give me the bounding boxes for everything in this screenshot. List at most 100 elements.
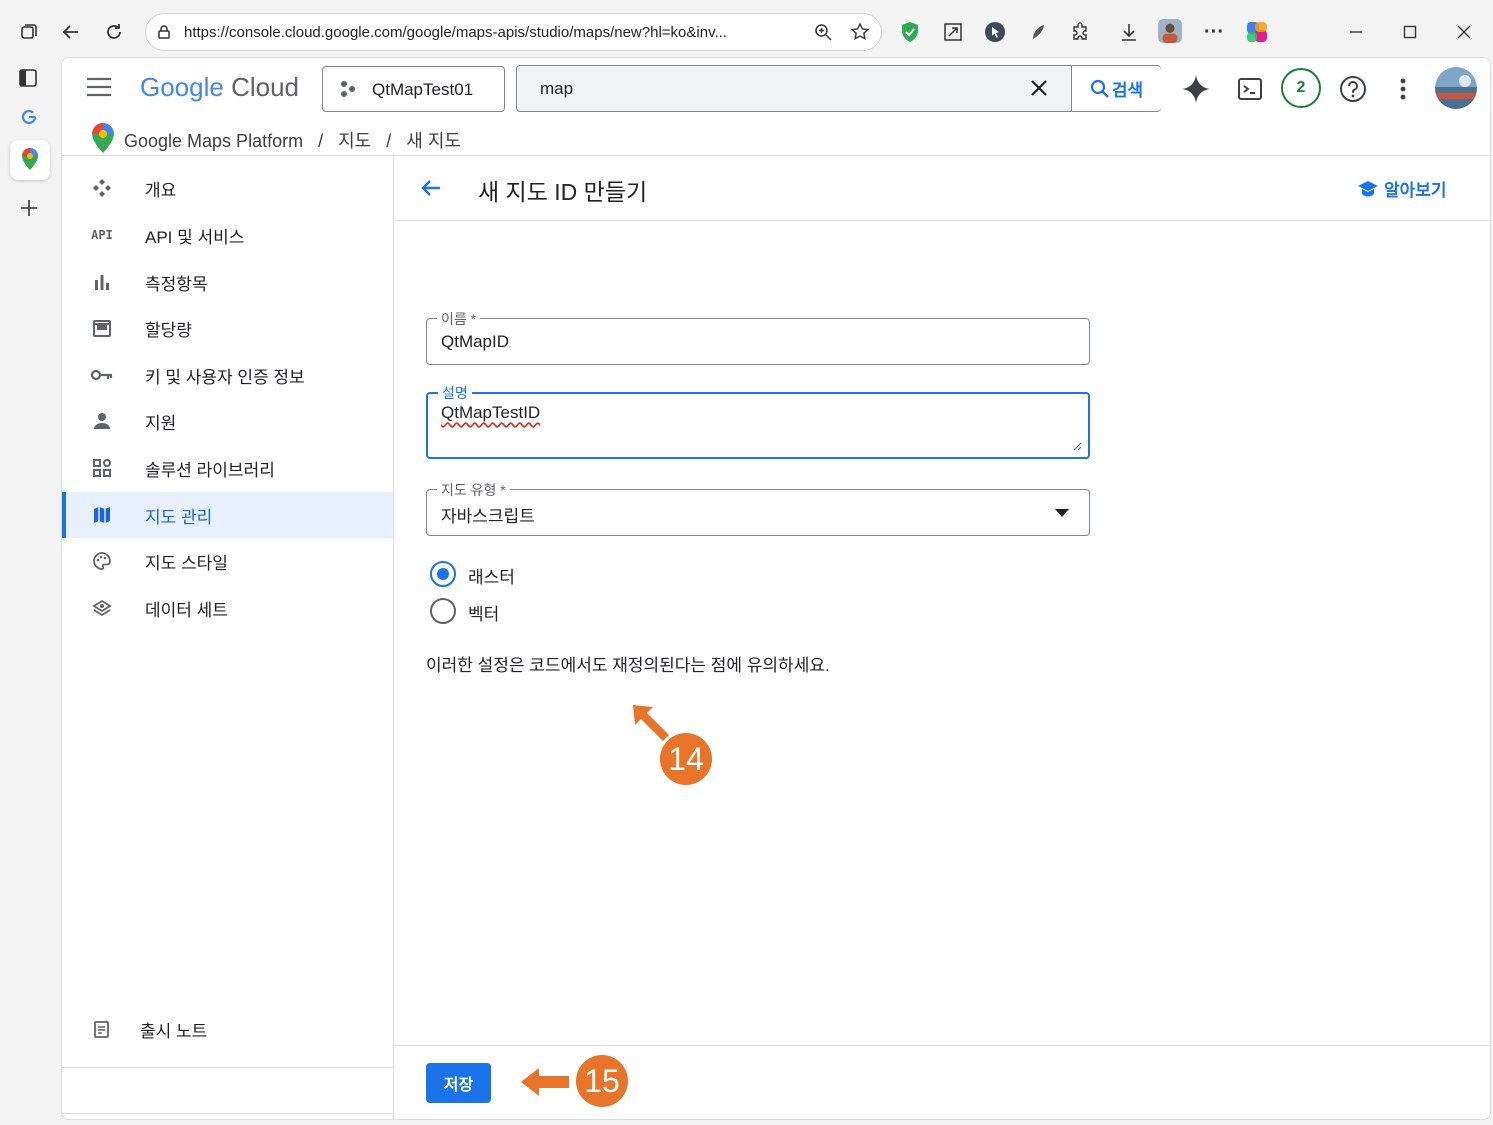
step-callout-15: 15	[576, 1055, 628, 1107]
cloud-header: Google Cloud QtMapTest01 map 검색 2	[62, 58, 1490, 120]
more-vert-icon[interactable]	[1398, 77, 1408, 101]
cursor-extension-icon[interactable]	[983, 20, 1007, 44]
layers-icon	[90, 596, 114, 620]
sidebar-item-overview[interactable]: 개요	[62, 165, 393, 211]
sidebar-item-keys[interactable]: 키 및 사용자 인증 정보	[62, 352, 393, 398]
maps-tab[interactable]	[10, 140, 50, 180]
breadcrumb-maps[interactable]: 지도	[338, 131, 371, 151]
lock-icon[interactable]	[156, 24, 172, 40]
raster-label: 래스터	[468, 568, 515, 587]
gemini-icon[interactable]	[1180, 73, 1212, 105]
dropdown-arrow-icon[interactable]	[1055, 509, 1069, 517]
expand-icon[interactable]	[941, 20, 965, 44]
title-bar: 새 지도 ID 만들기 알아보기	[395, 156, 1490, 221]
search-input[interactable]: map	[540, 79, 573, 99]
person-icon	[90, 409, 114, 433]
description-input[interactable]: QtMapTestID	[441, 403, 540, 423]
save-button[interactable]: 저장	[426, 1063, 491, 1103]
action-bar-divider	[395, 1045, 1490, 1046]
settings-note: 이러한 설정은 코드에서도 재정의된다는 점에 유의하세요.	[426, 656, 830, 675]
copilot-icon[interactable]	[1245, 20, 1269, 44]
maps-platform-icon	[92, 123, 114, 153]
minimize-icon[interactable]	[1344, 20, 1368, 44]
sidebar-item-quota[interactable]: 할당량	[62, 305, 393, 351]
hamburger-menu-icon[interactable]	[86, 77, 112, 97]
key-icon	[90, 363, 114, 387]
breadcrumb: Google Maps Platform / 지도 / 새 지도	[62, 120, 1490, 156]
map-type-label: 지도 유형 *	[437, 480, 510, 500]
radio-option-vector[interactable]: 벡터	[430, 596, 630, 626]
description-field[interactable]: 설명 QtMapTestID	[426, 383, 1090, 459]
step-callout-14: 14	[660, 733, 712, 785]
clear-search-icon[interactable]	[1029, 78, 1049, 98]
help-icon[interactable]	[1339, 75, 1367, 103]
vector-radio[interactable]	[430, 598, 456, 624]
browser-toolbar: https://console.cloud.google.com/google/…	[0, 0, 1493, 64]
metrics-icon	[90, 270, 114, 294]
back-arrow-icon[interactable]	[419, 176, 443, 200]
main-content: 새 지도 ID 만들기 알아보기 이름 * QtMapID 설명 QtMapTe…	[395, 156, 1490, 1119]
sidebar-item-datasets[interactable]: 데이터 세트	[62, 585, 393, 631]
school-icon	[1358, 180, 1378, 196]
project-picker[interactable]: QtMapTest01	[322, 66, 505, 112]
page-content: Google Cloud QtMapTest01 map 검색 2 Google…	[61, 57, 1491, 1120]
search-box[interactable]: map 검색	[516, 65, 1161, 112]
google-tab-icon[interactable]	[20, 108, 38, 126]
pen-extension-icon[interactable]	[1026, 20, 1050, 44]
tab-actions-icon[interactable]	[17, 20, 41, 44]
search-button[interactable]: 검색	[1071, 66, 1161, 111]
refresh-icon[interactable]	[102, 20, 126, 44]
close-icon[interactable]	[1452, 20, 1476, 44]
profile-icon[interactable]	[1158, 19, 1182, 43]
breadcrumb-separator: /	[386, 131, 392, 151]
star-icon[interactable]	[850, 22, 870, 42]
vertical-tab-strip	[0, 56, 60, 1125]
sidebar-toggle-icon[interactable]	[18, 68, 38, 88]
sidebar-item-label: 데이터 세트	[145, 600, 228, 620]
quota-icon	[90, 316, 114, 340]
raster-radio[interactable]	[430, 561, 456, 587]
puzzle-icon[interactable]	[1068, 20, 1092, 44]
sidebar-divider	[62, 1067, 393, 1068]
logo-cloud-text: Cloud	[231, 72, 300, 102]
sidebar-item-support[interactable]: 지원	[62, 398, 393, 444]
sidebar-item-map-styles[interactable]: 지도 스타일	[62, 538, 393, 584]
sidebar-item-map-management[interactable]: 지도 관리	[62, 492, 393, 538]
name-field[interactable]: 이름 * QtMapID	[426, 309, 1090, 365]
url-text[interactable]: https://console.cloud.google.com/google/…	[184, 24, 727, 41]
notifications-badge[interactable]: 2	[1281, 68, 1321, 108]
zoom-icon[interactable]	[814, 23, 832, 41]
shield-extension-icon[interactable]	[898, 20, 922, 44]
name-input[interactable]: QtMapID	[441, 332, 509, 352]
radio-option-raster[interactable]: 래스터	[430, 559, 630, 589]
sidebar-item-label: 키 및 사용자 인증 정보	[145, 367, 305, 387]
google-cloud-logo[interactable]: Google Cloud	[140, 72, 299, 103]
new-tab-icon[interactable]	[19, 198, 39, 218]
sidebar-item-solutions[interactable]: 솔루션 라이브러리	[62, 445, 393, 491]
sidebar-item-label: 개요	[145, 180, 177, 200]
resize-handle-icon[interactable]	[1072, 441, 1082, 451]
more-icon[interactable]: ···	[1202, 20, 1226, 44]
sidebar-item-metrics[interactable]: 측정항목	[62, 259, 393, 305]
sidebar: 개요 API API 및 서비스 측정항목 할당량 키 및 사용자 인증 정보	[62, 156, 394, 1119]
learn-more-link[interactable]: 알아보기	[1357, 176, 1447, 201]
maps-pin-icon	[22, 148, 38, 170]
sidebar-item-api[interactable]: API API 및 서비스	[62, 212, 393, 258]
cloud-shell-icon[interactable]	[1237, 76, 1263, 102]
vector-label: 벡터	[468, 605, 500, 624]
sidebar-item-release-notes[interactable]: 출시 노트	[62, 1006, 393, 1052]
sidebar-item-label: 솔루션 라이브러리	[145, 460, 275, 480]
address-bar[interactable]: https://console.cloud.google.com/google/…	[145, 13, 882, 51]
breadcrumb-platform[interactable]: Google Maps Platform	[124, 131, 303, 151]
avatar[interactable]	[1435, 67, 1477, 109]
search-button-label: 검색	[1111, 81, 1144, 100]
page-title: 새 지도 ID 만들기	[478, 179, 648, 205]
search-icon	[1090, 79, 1109, 98]
map-type-select[interactable]: 지도 유형 * 자바스크립트	[426, 480, 1090, 536]
description-field-label: 설명	[438, 383, 472, 403]
download-icon[interactable]	[1117, 20, 1141, 44]
back-icon[interactable]	[59, 20, 83, 44]
sidebar-item-label: 지도 스타일	[145, 553, 228, 573]
logo-google-text: Google	[140, 72, 224, 102]
maximize-icon[interactable]	[1398, 20, 1422, 44]
